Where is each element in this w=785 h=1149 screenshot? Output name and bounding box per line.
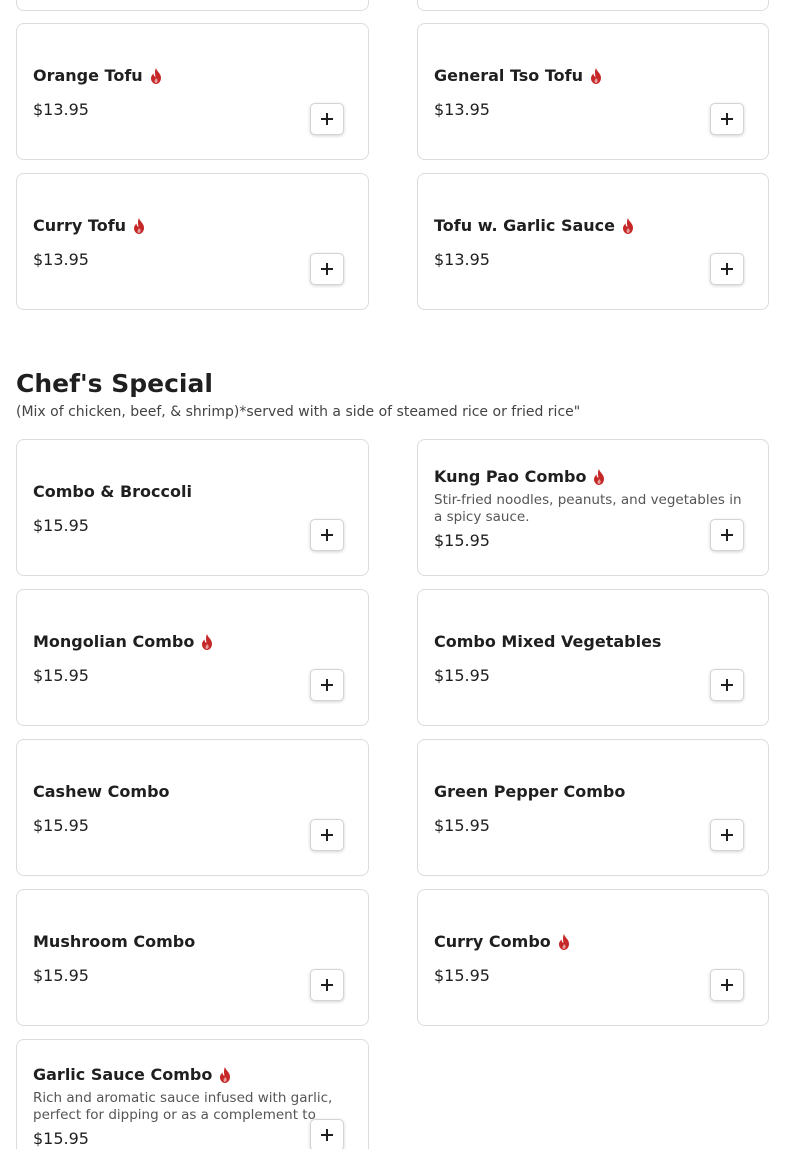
- plus-icon: [321, 679, 333, 691]
- item-price: $15.95: [33, 965, 89, 985]
- item-description: Rich and aromatic sauce infused with gar…: [33, 1090, 333, 1123]
- item-name: Garlic Sauce Combo: [33, 1065, 213, 1084]
- menu-item-card[interactable]: General Tso Tofu $13.95: [417, 23, 769, 160]
- menu-item-card[interactable]: [16, 0, 369, 11]
- item-name: Combo & Broccoli: [33, 481, 192, 501]
- plus-icon: [721, 679, 733, 691]
- item-price: $15.95: [434, 965, 490, 985]
- item-name: Orange Tofu: [33, 65, 143, 85]
- menu-item-card[interactable]: Cashew Combo $15.95: [16, 739, 369, 876]
- menu-item-card[interactable]: Combo Mixed Vegetables $15.95: [417, 589, 769, 726]
- item-price: $15.95: [434, 530, 490, 550]
- plus-icon: [721, 829, 733, 841]
- add-to-cart-button[interactable]: [710, 819, 744, 851]
- add-to-cart-button[interactable]: [310, 969, 344, 1001]
- add-to-cart-button[interactable]: [310, 253, 344, 285]
- add-to-cart-button[interactable]: [710, 103, 744, 135]
- flame-icon: [590, 67, 601, 84]
- add-to-cart-button[interactable]: [310, 819, 344, 851]
- menu-item-card[interactable]: Green Pepper Combo $15.95: [417, 739, 769, 876]
- flame-icon: [202, 633, 213, 650]
- flame-icon: [220, 1067, 231, 1083]
- menu-item-card[interactable]: Curry Tofu $13.95: [16, 173, 369, 310]
- add-to-cart-button[interactable]: [310, 519, 344, 551]
- add-to-cart-button[interactable]: [710, 519, 744, 551]
- add-to-cart-button[interactable]: [310, 103, 344, 135]
- plus-icon: [321, 529, 333, 541]
- item-price: $15.95: [33, 515, 89, 535]
- item-name: Mongolian Combo: [33, 631, 195, 651]
- item-name: Curry Tofu: [33, 215, 127, 235]
- plus-icon: [321, 829, 333, 841]
- item-name: Kung Pao Combo: [434, 466, 587, 486]
- menu-item-card[interactable]: Orange Tofu $13.95: [16, 23, 369, 160]
- flame-icon: [594, 468, 605, 485]
- plus-icon: [321, 979, 333, 991]
- menu-item-card[interactable]: [417, 0, 769, 11]
- item-price: $15.95: [33, 1129, 89, 1148]
- item-price: $13.95: [33, 249, 89, 269]
- menu-item-card[interactable]: Mongolian Combo $15.95: [16, 589, 369, 726]
- item-name: Cashew Combo: [33, 781, 170, 801]
- flame-icon: [623, 217, 633, 234]
- item-name: Green Pepper Combo: [434, 781, 626, 801]
- section-title: Chef's Special: [16, 369, 213, 398]
- plus-icon: [721, 113, 733, 125]
- menu-page: Orange Tofu $13.95 General Tso Tofu $13.…: [0, 0, 785, 1149]
- item-price: $13.95: [33, 99, 89, 119]
- item-name: Tofu w. Garlic Sauce: [434, 215, 615, 235]
- add-to-cart-button[interactable]: [710, 669, 744, 701]
- menu-item-card[interactable]: Kung Pao Combo Stir-fried noodles, peanu…: [417, 439, 769, 576]
- tofu-items-grid: Orange Tofu $13.95 General Tso Tofu $13.…: [16, 23, 769, 310]
- item-price: $15.95: [33, 665, 89, 685]
- item-description: Stir-fried noodles, peanuts, and vegetab…: [434, 491, 742, 525]
- menu-item-card[interactable]: Tofu w. Garlic Sauce $13.95: [417, 173, 769, 310]
- item-price: $13.95: [434, 99, 490, 119]
- item-price: $13.95: [434, 249, 490, 269]
- plus-icon: [321, 263, 333, 275]
- add-to-cart-button[interactable]: [310, 1119, 344, 1149]
- plus-icon: [721, 979, 733, 991]
- add-to-cart-button[interactable]: [710, 969, 744, 1001]
- flame-icon: [558, 933, 569, 950]
- menu-item-card[interactable]: Garlic Sauce Combo Rich and aromatic sau…: [16, 1039, 369, 1149]
- plus-icon: [321, 1129, 333, 1141]
- flame-icon: [150, 67, 161, 84]
- menu-item-card[interactable]: Combo & Broccoli $15.95: [16, 439, 369, 576]
- item-name: General Tso Tofu: [434, 65, 583, 85]
- tofu-top-stubs: [16, 0, 769, 11]
- menu-item-card[interactable]: Mushroom Combo $15.95: [16, 889, 369, 1026]
- chefs-special-grid: Combo & Broccoli $15.95 Kung Pao Combo S…: [16, 439, 769, 1149]
- add-to-cart-button[interactable]: [310, 669, 344, 701]
- add-to-cart-button[interactable]: [710, 253, 744, 285]
- plus-icon: [721, 529, 733, 541]
- section-subtitle: (Mix of chicken, beef, & shrimp)*served …: [16, 404, 581, 420]
- item-name: Mushroom Combo: [33, 931, 196, 951]
- item-name: Curry Combo: [434, 931, 551, 951]
- item-price: $15.95: [434, 665, 490, 685]
- menu-item-card[interactable]: Curry Combo $15.95: [417, 889, 769, 1026]
- flame-icon: [134, 217, 145, 234]
- plus-icon: [721, 263, 733, 275]
- item-price: $15.95: [434, 815, 490, 835]
- item-name: Combo Mixed Vegetables: [434, 631, 662, 651]
- plus-icon: [321, 113, 333, 125]
- item-price: $15.95: [33, 815, 89, 835]
